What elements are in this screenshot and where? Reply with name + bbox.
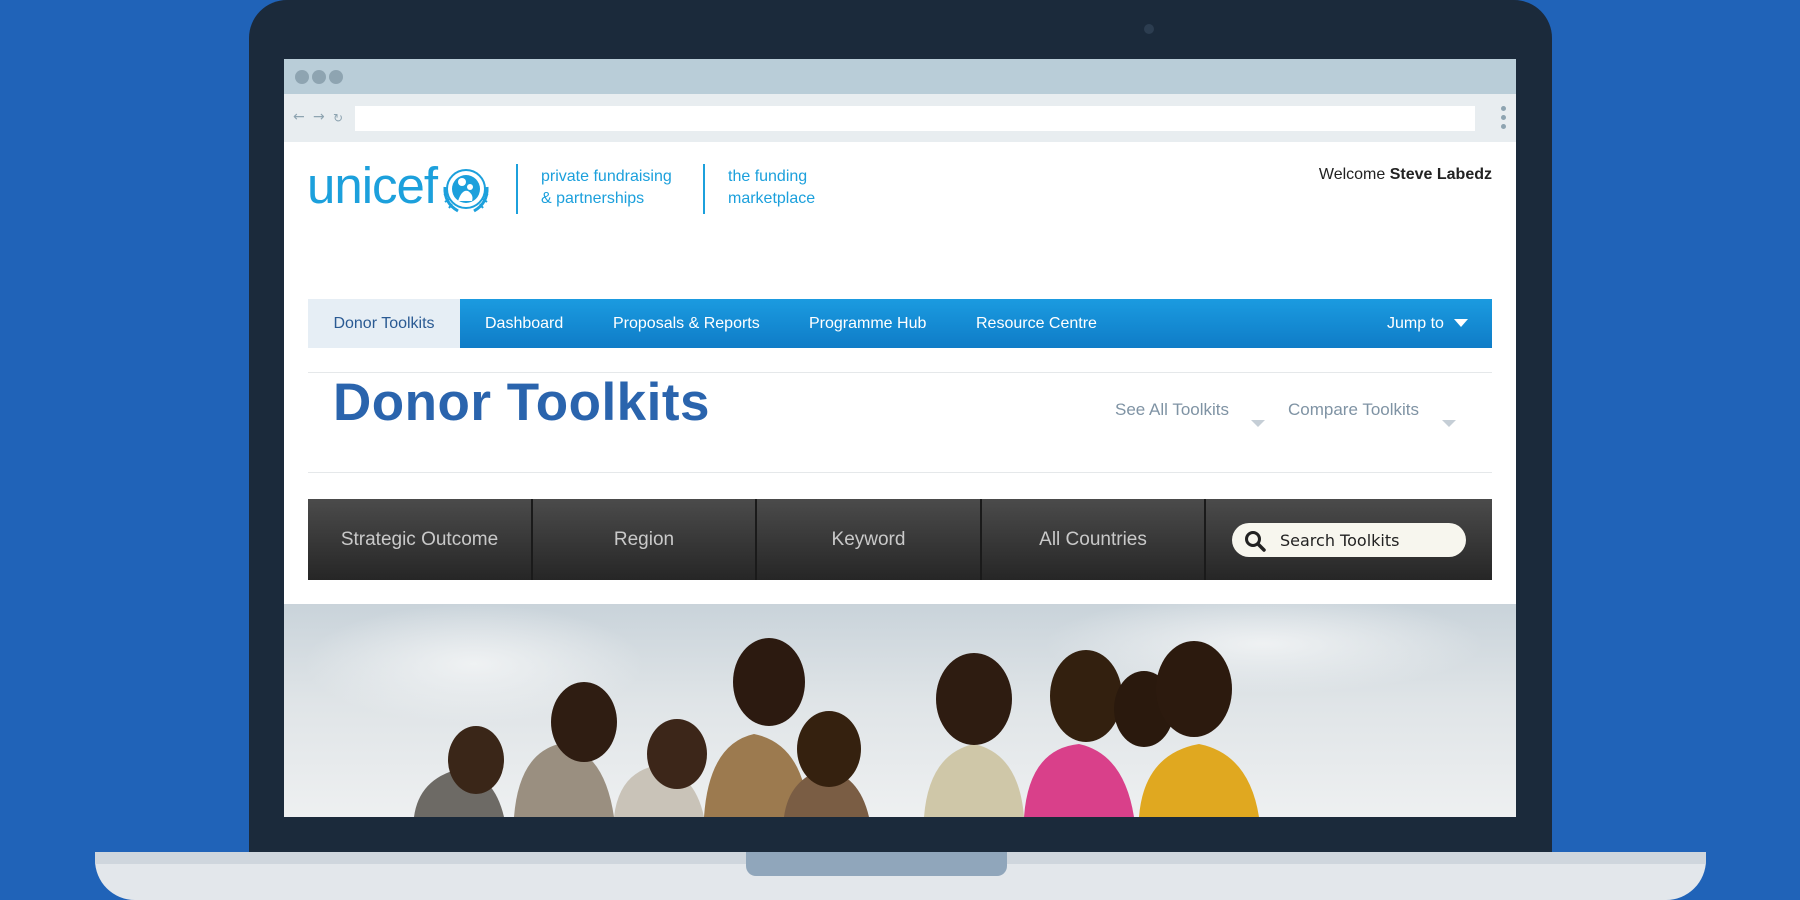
welcome-message: Welcome Steve Labedz [1319, 166, 1492, 184]
nav-item-resource-centre[interactable]: Resource Centre [976, 299, 1097, 348]
divider [308, 472, 1492, 473]
hero-photo [304, 604, 1484, 817]
tagline-fundraising: private fundraising & partnerships [541, 168, 672, 207]
hero-image-children [284, 604, 1516, 817]
nav-item-donor-toolkits[interactable]: Donor Toolkits [308, 299, 460, 348]
see-all-toolkits-dropdown[interactable]: See All Toolkits [1115, 400, 1229, 420]
search-icon[interactable] [1244, 530, 1266, 552]
filter-all-countries[interactable]: All Countries [982, 499, 1206, 580]
tagline-marketplace: the funding marketplace [728, 168, 816, 207]
header-divider [516, 164, 518, 214]
caret-down-icon[interactable] [1454, 319, 1468, 327]
welcome-label: Welcome [1318, 166, 1386, 183]
window-close-button[interactable] [295, 70, 309, 84]
camera-icon [1144, 24, 1154, 34]
browser-window: ← → ↻ unicef private fundraising & partn… [284, 59, 1516, 817]
nav-item-dashboard[interactable]: Dashboard [485, 299, 563, 348]
user-name[interactable]: Steve Labedz [1390, 166, 1492, 183]
filter-bar: Strategic Outcome Region Keyword All Cou… [308, 499, 1492, 580]
filter-region[interactable]: Region [533, 499, 757, 580]
search-toolkits-box[interactable] [1232, 523, 1466, 557]
search-input[interactable] [1280, 523, 1460, 557]
web-page: unicef private fundraising & partnership… [284, 142, 1516, 817]
arrow-left-icon[interactable]: ← [293, 108, 305, 126]
reload-icon[interactable]: ↻ [333, 109, 343, 127]
logo-wordmark: unicef [307, 157, 438, 214]
page-title: Donor Toolkits [333, 373, 710, 432]
browser-titlebar [284, 59, 1516, 94]
nav-item-programme-hub[interactable]: Programme Hub [809, 299, 926, 348]
browser-toolbar: ← → ↻ [284, 94, 1516, 142]
header-divider [703, 164, 705, 214]
window-minimize-button[interactable] [312, 70, 326, 84]
arrow-right-icon[interactable]: → [313, 108, 325, 126]
filter-keyword[interactable]: Keyword [757, 499, 982, 580]
window-maximize-button[interactable] [329, 70, 343, 84]
kebab-menu-icon[interactable] [1501, 106, 1507, 132]
compare-toolkits-dropdown[interactable]: Compare Toolkits [1288, 400, 1419, 420]
caret-down-icon[interactable] [1442, 420, 1456, 427]
jump-to-dropdown[interactable]: Jump to [1387, 299, 1444, 348]
un-emblem-icon [443, 169, 489, 213]
address-bar[interactable] [355, 106, 1475, 131]
filter-strategic-outcome[interactable]: Strategic Outcome [308, 499, 533, 580]
laptop-notch [746, 852, 1007, 876]
caret-down-icon[interactable] [1251, 420, 1265, 427]
main-navigation: Donor Toolkits Dashboard Proposals & Rep… [308, 299, 1492, 348]
nav-item-proposals-reports[interactable]: Proposals & Reports [613, 299, 760, 348]
